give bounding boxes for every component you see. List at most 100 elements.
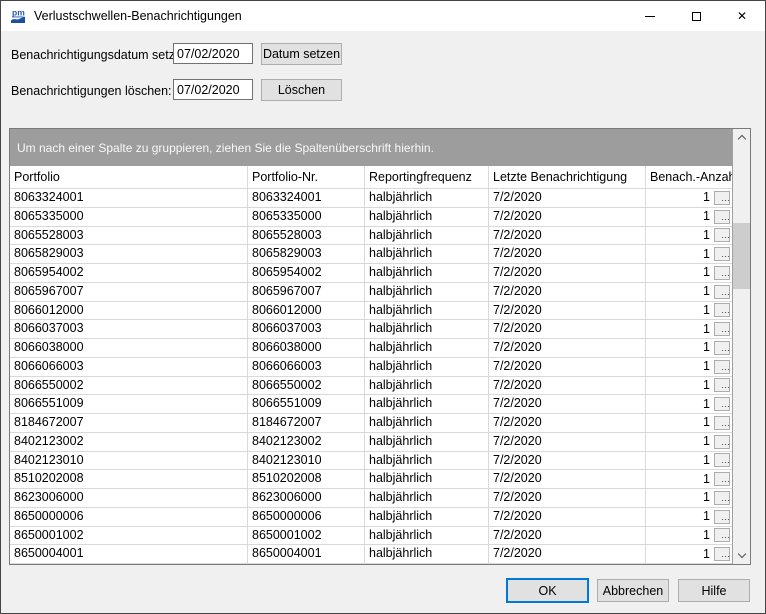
table-row[interactable]: 80655280038065528003halbjährlich7/2/2020… [10, 227, 732, 246]
close-icon: ✕ [737, 10, 747, 22]
notifications-table: Um nach einer Spalte zu gruppieren, zieh… [9, 128, 751, 565]
column-header-portfolio-nr[interactable]: Portfolio-Nr. [248, 166, 365, 188]
cancel-button[interactable]: Abbrechen [597, 579, 669, 602]
row-ellipsis-button[interactable]: … [714, 491, 730, 505]
cell-reportingfrequenz: halbjährlich [365, 470, 489, 488]
cell-reportingfrequenz: halbjährlich [365, 358, 489, 376]
cell-portfolio-nr: 8184672007 [248, 414, 365, 432]
table-row[interactable]: 80665510098066551009halbjährlich7/2/2020… [10, 395, 732, 414]
table-content: Um nach einer Spalte zu gruppieren, zieh… [10, 129, 733, 564]
table-row[interactable]: 80658290038065829003halbjährlich7/2/2020… [10, 245, 732, 264]
cell-benach-anzahl: 1… [646, 395, 732, 413]
table-row[interactable]: 84021230028402123002halbjährlich7/2/2020… [10, 433, 732, 452]
cell-portfolio-nr: 8650001002 [248, 527, 365, 545]
table-row[interactable]: 80660120008066012000halbjährlich7/2/2020… [10, 302, 732, 321]
row-ellipsis-button[interactable]: … [714, 285, 730, 299]
table-row[interactable]: 80653350008065335000halbjährlich7/2/2020… [10, 208, 732, 227]
table-row[interactable]: 86500000068650000006halbjährlich7/2/2020… [10, 508, 732, 527]
anzahl-value: 1 [703, 302, 710, 319]
table-row[interactable]: 86230060008623006000halbjährlich7/2/2020… [10, 489, 732, 508]
table-row[interactable]: 80660370038066037003halbjährlich7/2/2020… [10, 320, 732, 339]
table-row[interactable]: 80633240018063324001halbjährlich7/2/2020… [10, 189, 732, 208]
row-ellipsis-button[interactable]: … [714, 360, 730, 374]
table-row[interactable]: 81846720078184672007halbjährlich7/2/2020… [10, 414, 732, 433]
cell-reportingfrequenz: halbjährlich [365, 395, 489, 413]
row-ellipsis-button[interactable]: … [714, 472, 730, 486]
vertical-scrollbar[interactable] [733, 129, 750, 564]
cell-portfolio-nr: 8065954002 [248, 264, 365, 282]
cell-portfolio: 8065954002 [10, 264, 248, 282]
set-date-input[interactable] [173, 43, 253, 64]
column-header-benach-anzahl[interactable]: Benach.-Anzahl [646, 166, 732, 188]
column-header-reportingfrequenz[interactable]: Reportingfrequenz [365, 166, 489, 188]
anzahl-value: 1 [703, 508, 710, 525]
close-button[interactable]: ✕ [719, 1, 765, 31]
cell-portfolio-nr: 8066037003 [248, 320, 365, 338]
row-ellipsis-button[interactable]: … [714, 528, 730, 542]
cell-portfolio: 8066551009 [10, 395, 248, 413]
cell-letzte-benachrichtigung: 7/2/2020 [489, 527, 646, 545]
row-ellipsis-button[interactable]: … [714, 210, 730, 224]
table-row[interactable]: 80665500028066550002halbjährlich7/2/2020… [10, 377, 732, 396]
clear-notifications-button[interactable]: Löschen [261, 79, 342, 101]
scrollbar-thumb[interactable] [733, 223, 750, 289]
cell-portfolio-nr: 8402123010 [248, 452, 365, 470]
column-header-portfolio[interactable]: Portfolio [10, 166, 248, 188]
row-ellipsis-button[interactable]: … [714, 191, 730, 205]
cell-reportingfrequenz: halbjährlich [365, 264, 489, 282]
minimize-button[interactable] [627, 1, 673, 31]
cell-portfolio: 8402123010 [10, 452, 248, 470]
table-row[interactable]: 80659540028065954002halbjährlich7/2/2020… [10, 264, 732, 283]
window-controls: ✕ [627, 1, 765, 31]
row-ellipsis-button[interactable]: … [714, 303, 730, 317]
row-ellipsis-button[interactable]: … [714, 322, 730, 336]
maximize-button[interactable] [673, 1, 719, 31]
cell-benach-anzahl: 1… [646, 283, 732, 301]
cell-benach-anzahl: 1… [646, 245, 732, 263]
cell-letzte-benachrichtigung: 7/2/2020 [489, 358, 646, 376]
cell-reportingfrequenz: halbjährlich [365, 245, 489, 263]
row-ellipsis-button[interactable]: … [714, 266, 730, 280]
row-ellipsis-button[interactable]: … [714, 510, 730, 524]
cell-portfolio: 8066550002 [10, 377, 248, 395]
scroll-up-button[interactable] [733, 129, 750, 146]
table-row[interactable]: 85102020088510202008halbjährlich7/2/2020… [10, 470, 732, 489]
row-ellipsis-button[interactable]: … [714, 435, 730, 449]
cell-letzte-benachrichtigung: 7/2/2020 [489, 489, 646, 507]
cell-reportingfrequenz: halbjährlich [365, 489, 489, 507]
row-ellipsis-button[interactable]: … [714, 228, 730, 242]
column-header-letzte-benachrichtigung[interactable]: Letzte Benachrichtigung [489, 166, 646, 188]
cell-reportingfrequenz: halbjährlich [365, 545, 489, 563]
cell-letzte-benachrichtigung: 7/2/2020 [489, 377, 646, 395]
cell-reportingfrequenz: halbjährlich [365, 189, 489, 207]
row-ellipsis-button[interactable]: … [714, 416, 730, 430]
ok-button[interactable]: OK [506, 578, 589, 603]
anzahl-value: 1 [703, 283, 710, 300]
row-ellipsis-button[interactable]: … [714, 341, 730, 355]
anzahl-value: 1 [703, 377, 710, 394]
anzahl-value: 1 [703, 414, 710, 431]
table-row[interactable]: 80660660038066066003halbjährlich7/2/2020… [10, 358, 732, 377]
set-date-button[interactable]: Datum setzen [261, 43, 342, 65]
row-ellipsis-button[interactable]: … [714, 547, 730, 561]
table-row[interactable]: 80660380008066038000halbjährlich7/2/2020… [10, 339, 732, 358]
clear-date-input[interactable] [173, 79, 253, 100]
cell-letzte-benachrichtigung: 7/2/2020 [489, 470, 646, 488]
cell-portfolio: 8065967007 [10, 283, 248, 301]
row-ellipsis-button[interactable]: … [714, 453, 730, 467]
cell-reportingfrequenz: halbjährlich [365, 527, 489, 545]
table-row[interactable]: 86500040018650004001halbjährlich7/2/2020… [10, 545, 732, 564]
row-ellipsis-button[interactable]: … [714, 397, 730, 411]
cell-benach-anzahl: 1… [646, 452, 732, 470]
cell-letzte-benachrichtigung: 7/2/2020 [489, 395, 646, 413]
cell-portfolio-nr: 8650004001 [248, 545, 365, 563]
table-row[interactable]: 80659670078065967007halbjährlich7/2/2020… [10, 283, 732, 302]
scroll-down-button[interactable] [733, 547, 750, 564]
cell-portfolio-nr: 8650000006 [248, 508, 365, 526]
help-button[interactable]: Hilfe [678, 579, 750, 602]
table-row[interactable]: 86500010028650001002halbjährlich7/2/2020… [10, 527, 732, 546]
row-ellipsis-button[interactable]: … [714, 247, 730, 261]
group-by-panel[interactable]: Um nach einer Spalte zu gruppieren, zieh… [10, 129, 732, 166]
row-ellipsis-button[interactable]: … [714, 378, 730, 392]
table-row[interactable]: 84021230108402123010halbjährlich7/2/2020… [10, 452, 732, 471]
